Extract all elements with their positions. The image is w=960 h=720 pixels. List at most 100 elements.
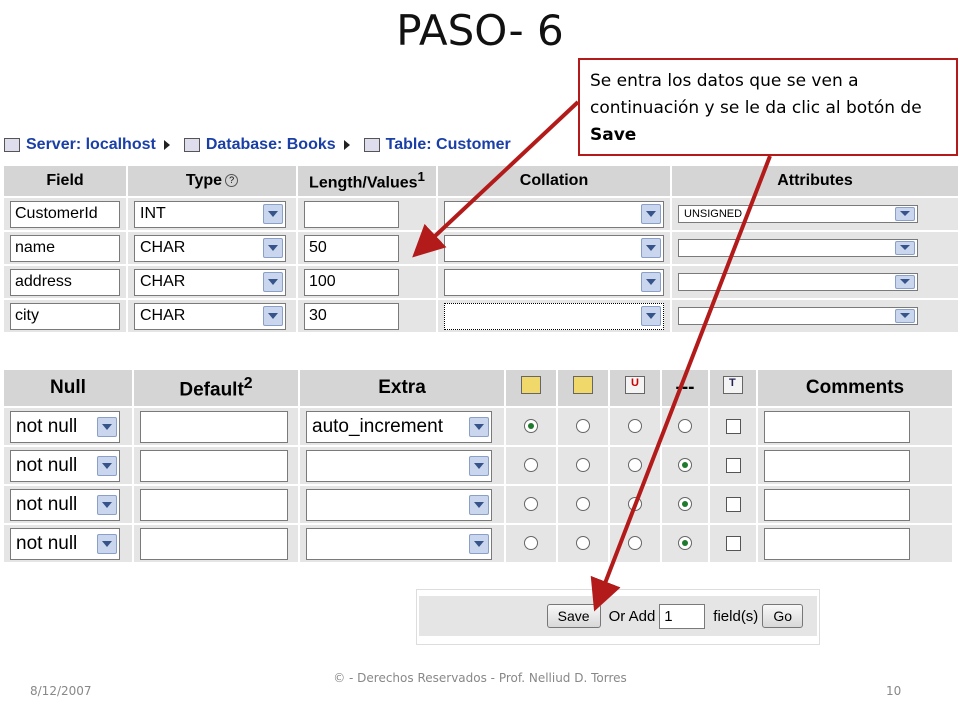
type-select[interactable]: INT xyxy=(134,200,286,228)
unique-radio[interactable] xyxy=(628,458,642,473)
chevron-down-icon xyxy=(469,533,489,554)
header-comments: Comments xyxy=(758,370,952,406)
length-input[interactable]: 50 xyxy=(304,234,399,262)
chevron-down-icon xyxy=(97,533,117,554)
length-input[interactable]: 100 xyxy=(304,268,399,296)
none-radio[interactable] xyxy=(678,497,692,512)
fields-table: Field Type? Length/Values1 Collation Att… xyxy=(2,164,960,334)
table-icon xyxy=(363,138,380,152)
attributes-select[interactable] xyxy=(678,306,918,325)
table-row: name CHAR 50 xyxy=(4,232,958,264)
header-length: Length/Values1 xyxy=(298,166,436,196)
default-input[interactable] xyxy=(140,488,288,521)
collation-select[interactable] xyxy=(444,302,664,330)
length-input[interactable]: 30 xyxy=(304,302,399,330)
table-row: address CHAR 100 xyxy=(4,266,958,298)
comments-input[interactable] xyxy=(764,527,910,560)
comments-input[interactable] xyxy=(764,410,910,443)
callout-save-word: Save xyxy=(590,125,637,145)
index-radio[interactable] xyxy=(576,497,590,512)
null-select[interactable]: not null xyxy=(10,449,120,482)
chevron-down-icon xyxy=(263,238,283,258)
comments-input[interactable] xyxy=(764,488,910,521)
extra-select[interactable] xyxy=(306,527,492,560)
collation-select[interactable] xyxy=(444,234,664,262)
extra-select[interactable]: auto_increment xyxy=(306,410,492,443)
chevron-down-icon xyxy=(469,416,489,437)
collation-select[interactable] xyxy=(444,200,664,228)
attributes-select[interactable] xyxy=(678,272,918,291)
go-button[interactable]: Go xyxy=(762,604,803,628)
type-select[interactable]: CHAR xyxy=(134,302,286,330)
field-name-input[interactable]: address xyxy=(10,268,120,296)
primary-radio[interactable] xyxy=(524,458,538,473)
index-radio[interactable] xyxy=(576,458,590,473)
comments-input[interactable] xyxy=(764,449,910,482)
chevron-down-icon xyxy=(641,238,661,258)
primary-key-icon xyxy=(521,376,541,394)
chevron-down-icon xyxy=(641,306,661,326)
field-name-input[interactable]: name xyxy=(10,234,120,262)
header-index xyxy=(558,370,608,406)
header-fulltext xyxy=(710,370,756,406)
attributes-select[interactable] xyxy=(678,238,918,257)
null-select[interactable]: not null xyxy=(10,527,120,560)
type-select[interactable]: CHAR xyxy=(134,268,286,296)
breadcrumb-table[interactable]: Table: Customer xyxy=(386,136,511,154)
unique-icon xyxy=(625,376,645,394)
none-radio[interactable] xyxy=(678,419,692,434)
none-radio[interactable] xyxy=(678,458,692,473)
index-radio[interactable] xyxy=(576,536,590,551)
collation-select[interactable] xyxy=(444,268,664,296)
default-input[interactable] xyxy=(140,527,288,560)
field-name-input[interactable]: CustomerId xyxy=(10,200,120,228)
table-row: not null xyxy=(4,486,952,523)
chevron-down-icon xyxy=(469,494,489,515)
help-icon[interactable]: ? xyxy=(225,174,239,188)
fulltext-checkbox[interactable] xyxy=(725,418,741,434)
chevron-down-icon xyxy=(641,272,661,292)
fulltext-checkbox[interactable] xyxy=(725,535,741,551)
chevron-down-icon xyxy=(895,308,915,323)
type-select[interactable]: CHAR xyxy=(134,234,286,262)
breadcrumb: Server: localhost Database: Books Table:… xyxy=(0,130,540,160)
header-attributes: Attributes xyxy=(672,166,958,196)
field-name-input[interactable]: city xyxy=(10,302,120,330)
attributes-select[interactable]: UNSIGNED xyxy=(678,204,918,223)
unique-radio[interactable] xyxy=(628,497,642,512)
header-type: Type? xyxy=(128,166,296,196)
null-select[interactable]: not null xyxy=(10,410,120,443)
extra-select[interactable] xyxy=(306,488,492,521)
header-none: --- xyxy=(662,370,708,406)
primary-radio[interactable] xyxy=(524,497,538,512)
save-button[interactable]: Save xyxy=(546,604,601,628)
breadcrumb-arrow-icon xyxy=(343,140,350,150)
breadcrumb-arrow-icon xyxy=(163,140,170,150)
breadcrumb-server[interactable]: Server: localhost xyxy=(26,136,156,154)
default-input[interactable] xyxy=(140,410,288,443)
primary-radio[interactable] xyxy=(524,419,538,434)
table-row: not null xyxy=(4,525,952,562)
default-input[interactable] xyxy=(140,449,288,482)
header-primary xyxy=(506,370,556,406)
length-input[interactable] xyxy=(304,200,399,228)
index-radio[interactable] xyxy=(576,419,590,434)
chevron-down-icon xyxy=(97,494,117,515)
chevron-down-icon xyxy=(97,416,117,437)
header-collation: Collation xyxy=(438,166,670,196)
chevron-down-icon xyxy=(469,455,489,476)
database-icon xyxy=(183,138,200,152)
none-radio[interactable] xyxy=(678,536,692,551)
slide-title: PASO- 6 xyxy=(396,6,564,55)
add-fields-input[interactable]: 1 xyxy=(659,603,706,629)
footer-date: 8/12/2007 xyxy=(30,684,92,698)
extra-select[interactable] xyxy=(306,449,492,482)
chevron-down-icon xyxy=(641,204,661,224)
breadcrumb-database[interactable]: Database: Books xyxy=(206,136,336,154)
unique-radio[interactable] xyxy=(628,419,642,434)
unique-radio[interactable] xyxy=(628,536,642,551)
fulltext-checkbox[interactable] xyxy=(725,457,741,473)
fulltext-checkbox[interactable] xyxy=(725,496,741,512)
null-select[interactable]: not null xyxy=(10,488,120,521)
primary-radio[interactable] xyxy=(524,536,538,551)
